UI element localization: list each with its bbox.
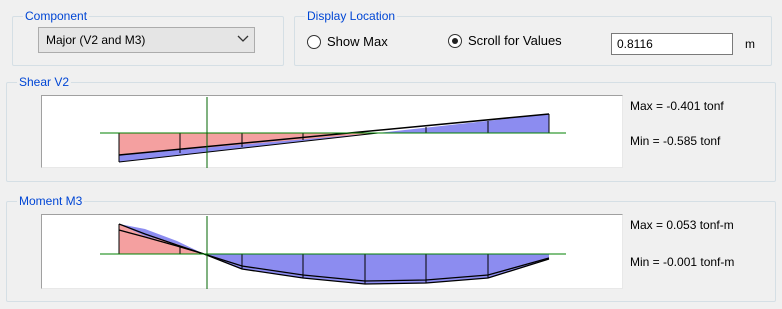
location-unit-label: m: [745, 37, 755, 51]
shear-group-title: Shear V2: [17, 74, 72, 90]
moment-max-readout: Max = 0.053 tonf-m: [630, 218, 734, 232]
radio-scroll-for-values-label: Scroll for Values: [468, 33, 562, 48]
component-group-title: Component: [23, 8, 90, 24]
shear-max-readout: Max = -0.401 tonf: [630, 99, 724, 113]
radio-scroll-for-values[interactable]: Scroll for Values: [448, 33, 562, 48]
display-location-group: Display Location Show Max Scroll for Val…: [294, 8, 772, 66]
moment-diagram-svg: [100, 216, 566, 289]
radio-scroll-for-values-circle[interactable]: [448, 33, 462, 48]
shear-group: Shear V2 Max = -0.401 tonf Min = -0.585 …: [6, 74, 776, 182]
display-location-group-title: Display Location: [305, 8, 398, 24]
component-select-value: Major (V2 and M3): [46, 33, 146, 47]
moment-group-title: Moment M3: [17, 193, 85, 209]
shear-diagram: [41, 95, 623, 168]
shear-min-readout: Min = -0.585 tonf: [630, 134, 721, 148]
chevron-down-icon: [232, 35, 254, 46]
radio-show-max-label: Show Max: [327, 34, 388, 49]
radio-selected-dot: [452, 37, 458, 44]
moment-group: Moment M3 Max = 0.053 tonf-m Min = -0.00…: [6, 193, 776, 302]
moment-negative-region: [204, 254, 549, 284]
radio-show-max[interactable]: Show Max: [307, 34, 388, 49]
location-value-input[interactable]: 0.8116: [611, 33, 733, 55]
moment-min-readout: Min = -0.001 tonf-m: [630, 255, 735, 269]
component-select[interactable]: Major (V2 and M3): [38, 27, 255, 53]
radio-show-max-circle[interactable]: [307, 34, 321, 49]
moment-diagram: [41, 214, 623, 289]
component-group: Component Major (V2 and M3): [12, 8, 284, 66]
shear-diagram-svg: [100, 97, 566, 168]
